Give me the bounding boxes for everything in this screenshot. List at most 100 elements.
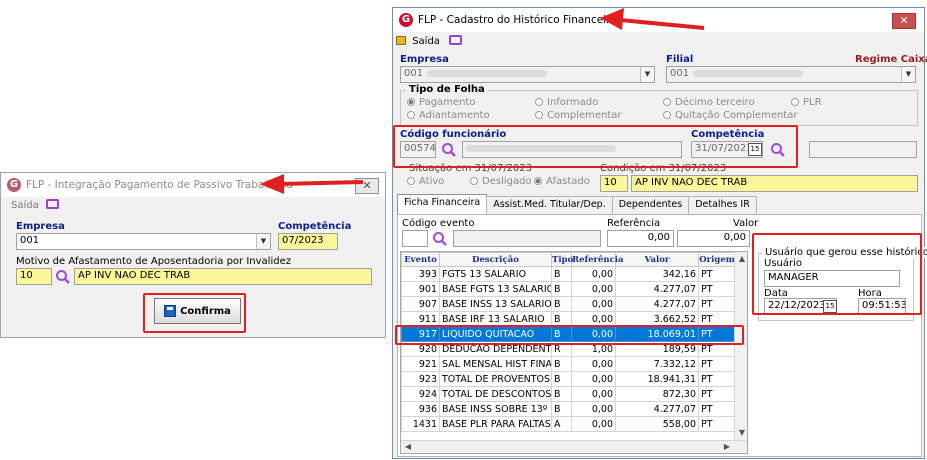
valor-field[interactable]: 0,00: [677, 230, 750, 247]
condicao-desc-field: AP INV NAO DEC TRAB: [631, 175, 918, 192]
tab-assist-med[interactable]: Assist.Med. Titular/Dep.: [486, 196, 613, 214]
empresa-select[interactable]: 001 ▼: [16, 233, 271, 250]
col-referencia[interactable]: Referência: [571, 252, 624, 267]
chevron-down-icon[interactable]: ▼: [640, 67, 654, 82]
filial-select[interactable]: 001 ▼: [666, 66, 916, 83]
radio-complementar[interactable]: Complementar: [535, 110, 622, 121]
col-evento[interactable]: Evento: [401, 252, 440, 267]
motivo-code-field[interactable]: 10: [16, 268, 52, 285]
tab-dependentes[interactable]: Dependentes: [611, 196, 690, 214]
col-tipo[interactable]: Tipo: [551, 252, 573, 267]
integration-title: FLP - Integração Pagamento de Passivo Tr…: [26, 179, 293, 191]
col-origem[interactable]: Origem: [698, 252, 736, 267]
cell-tipo: B: [551, 281, 572, 297]
radio-plr[interactable]: PLR: [791, 97, 822, 108]
cell-origem: PT: [698, 266, 736, 282]
highlight-funcionario-competencia: [393, 125, 798, 168]
tipo-folha-label: Tipo de Folha: [406, 84, 488, 95]
cell-referencia: 0,00: [571, 281, 616, 297]
cell-tipo: B: [551, 371, 572, 387]
evento-desc-field: [453, 230, 601, 247]
cell-tipo: B: [551, 401, 572, 417]
codigo-evento-field[interactable]: [402, 230, 428, 247]
cell-tipo: B: [551, 356, 572, 372]
cell-descricao: FGTS 13 SALARIO: [439, 266, 552, 282]
annotation-arrow-icon: [260, 174, 364, 194]
empresa-select[interactable]: 001 ▼: [400, 66, 655, 83]
motivo-desc-field: AP INV NAO DEC TRAB: [74, 268, 372, 285]
cell-descricao: BASE PLR PARA FALTAS: [439, 416, 552, 432]
cell-valor: 4.277,07: [615, 281, 699, 297]
cell-evento: 924: [401, 386, 440, 402]
cell-tipo: B: [551, 266, 572, 282]
table-row[interactable]: 921 SAL MENSAL HIST FINAN B 0,00 7.332,12 PT: [401, 356, 736, 372]
saida-label: Saída: [412, 36, 440, 47]
events-grid[interactable]: Evento Descrição Tipo Referência Valor O…: [400, 251, 748, 454]
cell-evento: 393: [401, 266, 440, 282]
saida-label: Saída: [11, 200, 39, 211]
valor-label: Valor: [733, 218, 759, 229]
tab-bar: Ficha Financeira Assist.Med. Titular/Dep…: [397, 194, 757, 214]
cell-evento: 901: [401, 281, 440, 297]
scroll-right-icon[interactable]: ▶: [720, 442, 734, 451]
table-row[interactable]: 907 BASE INSS 13 SALARIO B 0,00 4.277,07 PT: [401, 296, 736, 312]
highlight-selected-row: [395, 325, 744, 345]
highlight-confirma: [143, 293, 246, 333]
scroll-left-icon[interactable]: ◀: [401, 442, 415, 451]
table-row[interactable]: 923 TOTAL DE PROVENTOS B 0,00 18.941,31 PT: [401, 371, 736, 387]
table-row[interactable]: 393 FGTS 13 SALARIO B 0,00 342,16 PT: [401, 266, 736, 282]
table-row[interactable]: 936 BASE INSS SOBRE 13º SA B 0,00 4.277,07 PT: [401, 401, 736, 417]
scroll-down-icon[interactable]: ▼: [735, 428, 747, 437]
saida-button[interactable]: Saída: [11, 199, 59, 211]
cell-descricao: BASE INSS SOBRE 13º SA: [439, 401, 552, 417]
cell-descricao: BASE FGTS 13 SALARIO: [439, 281, 552, 297]
app-logo-icon: G: [399, 13, 413, 27]
radio-desligado[interactable]: Desligado: [470, 176, 532, 187]
empresa-label: Empresa: [400, 54, 449, 65]
vertical-scrollbar[interactable]: ▲ ▼: [734, 252, 747, 440]
chevron-down-icon[interactable]: ▼: [256, 234, 270, 249]
motivo-label: Motivo de Afastamento de Aposentadoria p…: [16, 256, 291, 267]
tab-detalhes-ir[interactable]: Detalhes IR: [688, 196, 757, 214]
radio-decimo-terceiro[interactable]: Décimo terceiro: [663, 97, 755, 108]
col-valor[interactable]: Valor: [615, 252, 699, 267]
condicao-code-field: 10: [600, 175, 628, 192]
cell-referencia: 0,00: [571, 296, 616, 312]
table-row[interactable]: 924 TOTAL DE DESCONTOS B 0,00 872,30 PT: [401, 386, 736, 402]
search-icon[interactable]: [55, 269, 71, 285]
chevron-down-icon[interactable]: ▼: [901, 67, 915, 82]
table-row[interactable]: 901 BASE FGTS 13 SALARIO B 0,00 4.277,07 PT: [401, 281, 736, 297]
tab-ficha-financeira[interactable]: Ficha Financeira: [397, 194, 488, 214]
cell-referencia: 0,00: [571, 401, 616, 417]
regime-caixa-label: Regime Caixa: [855, 54, 927, 65]
table-row[interactable]: 1431 BASE PLR PARA FALTAS A 0,00 558,00 PT: [401, 416, 736, 432]
cell-origem: PT: [698, 386, 736, 402]
competencia-field[interactable]: 07/2023: [278, 233, 338, 250]
saida-button[interactable]: Saída: [396, 35, 463, 47]
scroll-up-icon[interactable]: ▲: [735, 254, 747, 263]
cell-origem: PT: [698, 296, 736, 312]
competencia-extra-field: [809, 141, 917, 158]
annotation-arrow-icon: [600, 8, 705, 30]
radio-ativo[interactable]: Ativo: [407, 176, 444, 187]
radio-pagamento[interactable]: Pagamento: [407, 97, 475, 108]
cell-valor: 4.277,07: [615, 296, 699, 312]
horizontal-scrollbar[interactable]: ◀ ▶: [401, 440, 747, 453]
cell-evento: 936: [401, 401, 440, 417]
radio-quitacao-complementar[interactable]: Quitação Complementar: [663, 110, 797, 121]
close-button[interactable]: ✕: [892, 13, 916, 29]
radio-afastado[interactable]: Afastado: [534, 176, 590, 187]
filial-label: Filial: [666, 54, 694, 65]
cell-evento: 923: [401, 371, 440, 387]
search-icon[interactable]: [432, 231, 448, 247]
cell-origem: PT: [698, 401, 736, 417]
referencia-label: Referência: [607, 218, 661, 229]
cell-referencia: 0,00: [571, 416, 616, 432]
cell-evento: 1431: [401, 416, 440, 432]
radio-adiantamento[interactable]: Adiantamento: [407, 110, 490, 121]
cell-tipo: A: [551, 416, 572, 432]
referencia-field[interactable]: 0,00: [607, 230, 674, 247]
col-descricao[interactable]: Descrição: [439, 252, 552, 267]
cell-evento: 907: [401, 296, 440, 312]
radio-informado[interactable]: Informado: [535, 97, 598, 108]
